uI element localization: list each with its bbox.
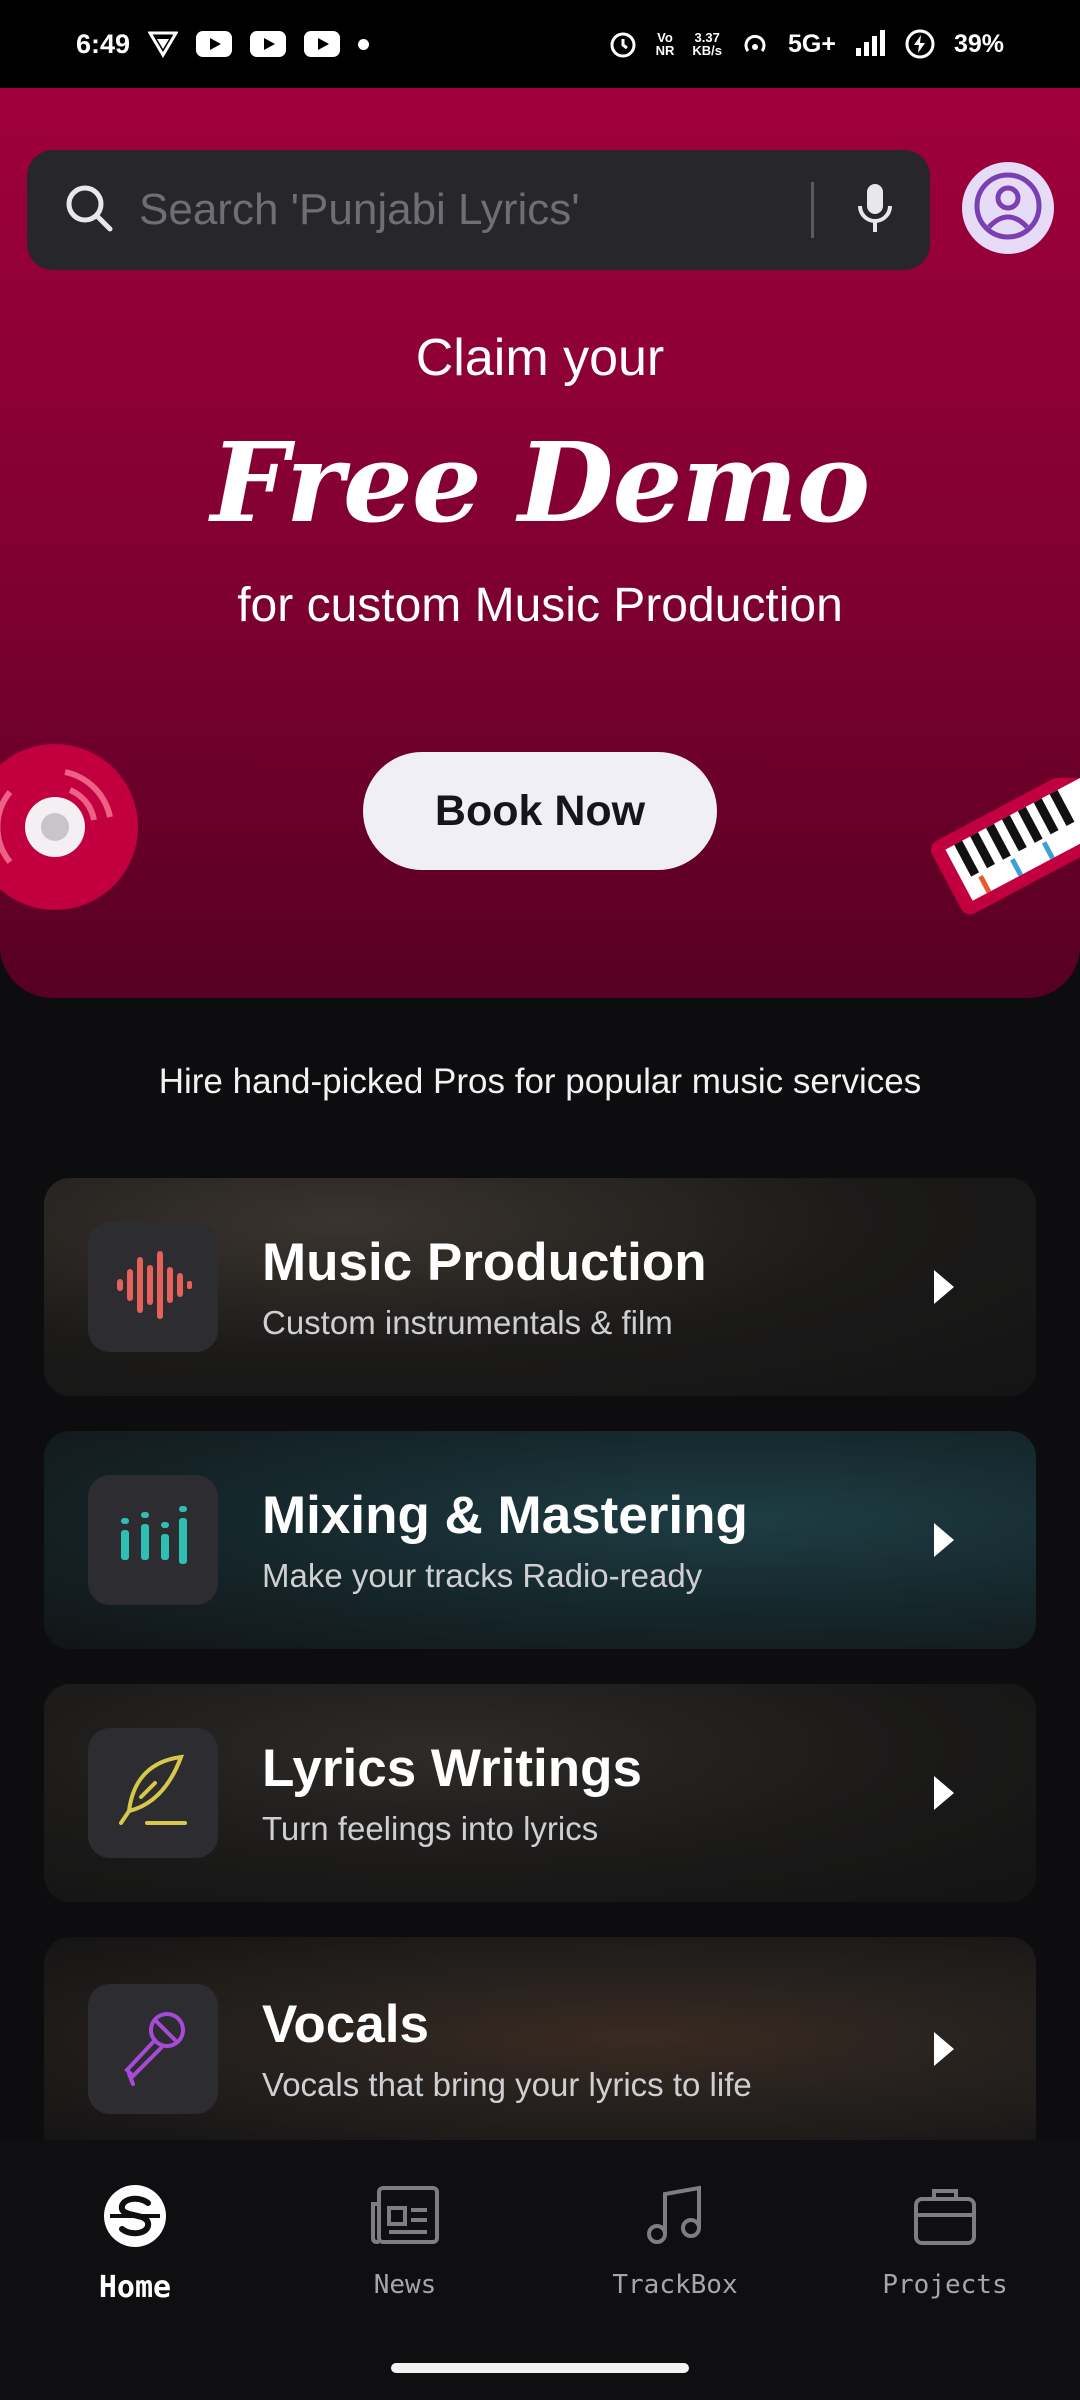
card-subtitle: Vocals that bring your lyrics to life bbox=[262, 2065, 752, 2103]
news-icon bbox=[369, 2176, 441, 2256]
screen: 6:49 Vo NR 3.37 KB/s 5G+ 39% Search 'Pun… bbox=[0, 0, 1080, 2400]
nav-label: News bbox=[373, 2270, 437, 2300]
service-card-music-production[interactable]: Music Production Custom instrumentals & … bbox=[44, 1178, 1036, 1396]
hero-headline: Free Demo bbox=[210, 418, 871, 547]
vinyl-record-icon bbox=[0, 742, 140, 917]
youtube-icon bbox=[304, 31, 341, 57]
hotspot-icon bbox=[740, 29, 770, 59]
network-type: 5G+ bbox=[788, 29, 836, 58]
speed-unit: KB/s bbox=[692, 43, 722, 58]
card-subtitle: Make your tracks Radio-ready bbox=[262, 1557, 703, 1594]
search-bar[interactable] bbox=[27, 150, 930, 270]
card-title: Lyrics Writings bbox=[262, 1739, 642, 1798]
nav-label: Home bbox=[98, 2270, 172, 2305]
home-indicator[interactable] bbox=[391, 2363, 689, 2373]
card-subtitle: Custom instrumentals & film bbox=[262, 1304, 673, 1341]
profile-avatar[interactable] bbox=[962, 162, 1054, 254]
nav-item-home[interactable]: Home bbox=[25, 2176, 245, 2400]
status-bar: 6:49 Vo NR 3.37 KB/s 5G+ 39% bbox=[0, 0, 1080, 88]
piano-keyboard-icon bbox=[928, 759, 1080, 923]
hero-subline: for custom Music Production bbox=[237, 579, 843, 632]
briefcase-icon bbox=[912, 2176, 978, 2256]
card-icon-box bbox=[88, 1222, 218, 1352]
notification-dot-icon bbox=[358, 38, 370, 50]
service-card-mixing-mastering[interactable]: Mixing & Mastering Make your tracks Radi… bbox=[44, 1431, 1036, 1649]
music-note-icon bbox=[643, 2176, 707, 2256]
quill-icon bbox=[111, 1749, 195, 1838]
card-icon-box bbox=[88, 1475, 218, 1605]
microphone-icon bbox=[111, 2004, 195, 2093]
vpn-icon bbox=[148, 30, 179, 58]
bottom-navigation: Home News TrackBox Projects bbox=[0, 2140, 1080, 2400]
equalizer-icon bbox=[111, 1496, 195, 1585]
user-icon bbox=[973, 171, 1043, 246]
nav-item-projects[interactable]: Projects bbox=[835, 2176, 1055, 2400]
battery-level: 39% bbox=[953, 29, 1004, 58]
alarm-icon bbox=[608, 29, 638, 59]
volte-bottom: NR bbox=[655, 43, 675, 58]
status-time: 6:49 bbox=[76, 28, 131, 59]
search-input[interactable] bbox=[139, 180, 791, 240]
youtube-icon bbox=[250, 31, 287, 57]
signal-icon bbox=[854, 30, 886, 58]
card-title: Vocals bbox=[262, 1994, 429, 2054]
card-subtitle: Turn feelings into lyrics bbox=[262, 1810, 599, 1847]
network-speed: 3.37 KB/s bbox=[692, 31, 722, 57]
services-tagline: Hire hand-picked Pros for popular music … bbox=[158, 1062, 922, 1101]
waveform-icon bbox=[111, 1243, 195, 1332]
volte-indicator: Vo NR bbox=[656, 31, 675, 57]
claim-text: Claim your bbox=[415, 329, 665, 387]
search-icon bbox=[63, 182, 115, 239]
chevron-right-icon bbox=[934, 1776, 954, 1810]
battery-charging-icon bbox=[904, 28, 936, 60]
home-logo-icon bbox=[102, 2176, 168, 2256]
service-card-lyrics-writings[interactable]: Lyrics Writings Turn feelings into lyric… bbox=[44, 1684, 1036, 1902]
nav-label: TrackBox bbox=[612, 2270, 738, 2300]
youtube-icon bbox=[196, 31, 233, 57]
card-icon-box bbox=[88, 1983, 218, 2114]
book-now-button[interactable]: Book Now bbox=[363, 752, 717, 870]
chevron-right-icon bbox=[934, 2031, 954, 2066]
card-title: Music Production bbox=[262, 1233, 707, 1292]
card-title: Mixing & Mastering bbox=[262, 1486, 748, 1545]
search-divider bbox=[811, 182, 814, 238]
nav-label: Projects bbox=[882, 2270, 1008, 2300]
microphone-icon[interactable] bbox=[856, 182, 894, 239]
chevron-right-icon bbox=[934, 1523, 954, 1557]
card-icon-box bbox=[88, 1728, 218, 1858]
hero-banner: Claim your Free Demo for custom Music Pr… bbox=[0, 88, 1080, 998]
service-card-vocals[interactable]: Vocals Vocals that bring your lyrics to … bbox=[44, 1937, 1036, 2140]
chevron-right-icon bbox=[934, 1270, 954, 1304]
